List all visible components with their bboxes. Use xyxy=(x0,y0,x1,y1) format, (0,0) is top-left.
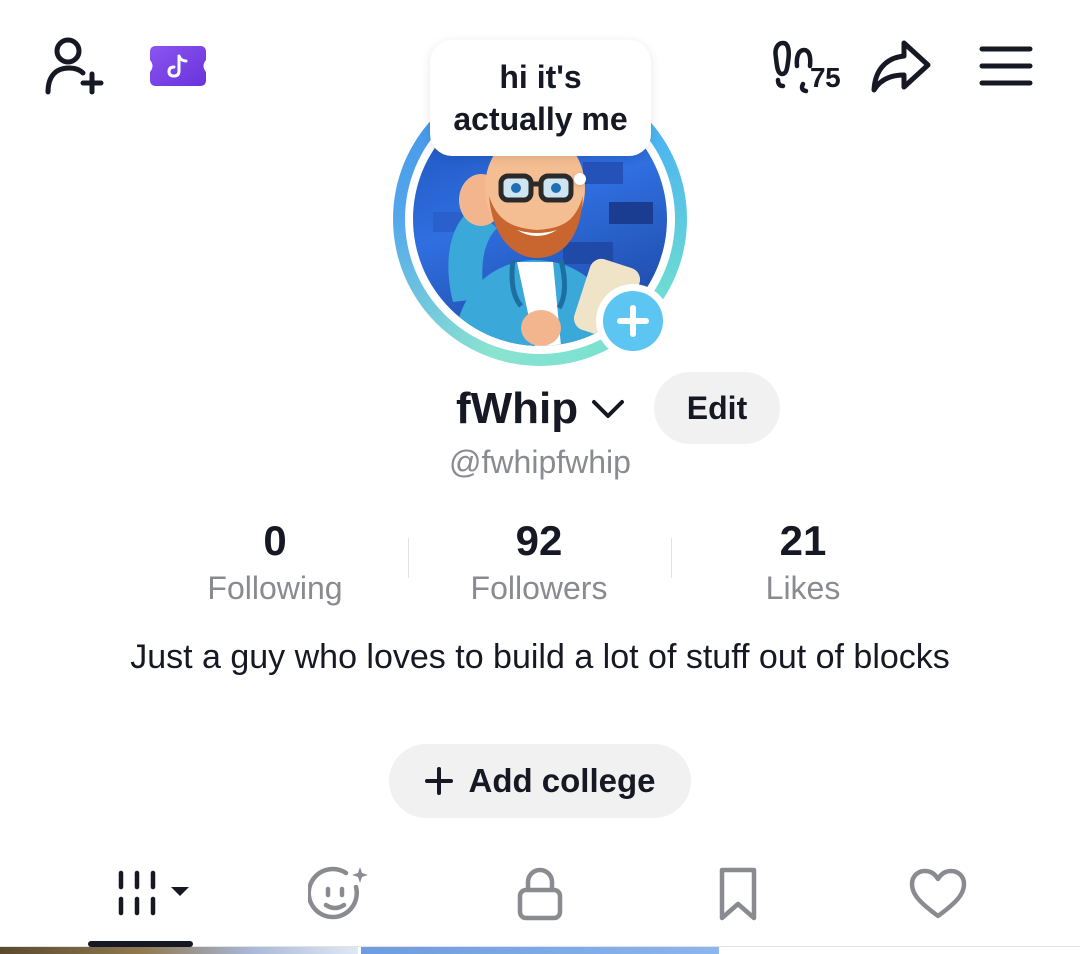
likes-label: Likes xyxy=(765,570,841,606)
person-plus-icon xyxy=(45,37,104,95)
video-thumbnail[interactable] xyxy=(0,947,358,954)
bookmark-icon xyxy=(719,867,757,921)
footprints-icon xyxy=(773,40,813,94)
hamburger-menu-icon xyxy=(979,46,1033,86)
avatar-note-bubble[interactable]: hi it's actually me xyxy=(430,40,651,156)
username: @fwhipfwhip xyxy=(449,444,631,480)
plus-icon xyxy=(617,305,649,337)
avatar-note-text: hi it's actually me xyxy=(453,59,628,137)
share-profile-button[interactable] xyxy=(868,36,934,96)
profile-views-button[interactable]: 75 xyxy=(770,40,850,96)
stat-divider xyxy=(408,538,409,578)
plus-icon xyxy=(425,767,454,795)
tab-ai-self[interactable] xyxy=(306,862,376,926)
chevron-down-icon xyxy=(592,400,624,418)
video-thumbnail[interactable] xyxy=(361,947,719,954)
heart-icon xyxy=(909,868,967,919)
grid-bars-icon xyxy=(118,870,189,916)
likes-count: 21 xyxy=(779,517,827,564)
bubble-tail-dot xyxy=(574,173,586,185)
following-count: 0 xyxy=(263,517,287,564)
edit-profile-button[interactable]: Edit xyxy=(654,372,780,444)
profile-views-count: 75 xyxy=(810,62,841,93)
followers-label: Followers xyxy=(470,570,608,606)
stat-divider xyxy=(671,538,672,578)
display-name[interactable]: fWhip xyxy=(456,382,578,436)
tab-private[interactable] xyxy=(510,862,570,926)
video-thumbnail[interactable] xyxy=(722,947,1080,954)
add-college-button[interactable]: Add college xyxy=(389,744,691,818)
add-college-label: Add college xyxy=(468,762,656,799)
account-switcher-button[interactable] xyxy=(590,396,626,422)
menu-button[interactable] xyxy=(978,40,1034,92)
stat-followers[interactable]: 92 Followers xyxy=(419,516,659,608)
followers-count: 92 xyxy=(515,517,563,564)
add-friends-button[interactable] xyxy=(40,36,108,96)
lock-icon xyxy=(517,867,563,921)
tab-favorites[interactable] xyxy=(710,862,766,926)
promo-ticket-button[interactable] xyxy=(148,44,208,88)
tiktok-ticket-icon xyxy=(150,46,206,86)
tab-liked[interactable] xyxy=(904,862,972,926)
tab-videos[interactable] xyxy=(100,862,196,926)
following-label: Following xyxy=(207,570,343,606)
stat-likes[interactable]: 21 Likes xyxy=(683,516,923,608)
add-story-button[interactable] xyxy=(603,291,663,351)
profile-bio[interactable]: Just a guy who loves to build a lot of s… xyxy=(90,634,990,681)
sparkle-face-icon xyxy=(308,866,368,920)
stat-following[interactable]: 0 Following xyxy=(155,516,395,608)
share-arrow-icon xyxy=(871,40,931,93)
